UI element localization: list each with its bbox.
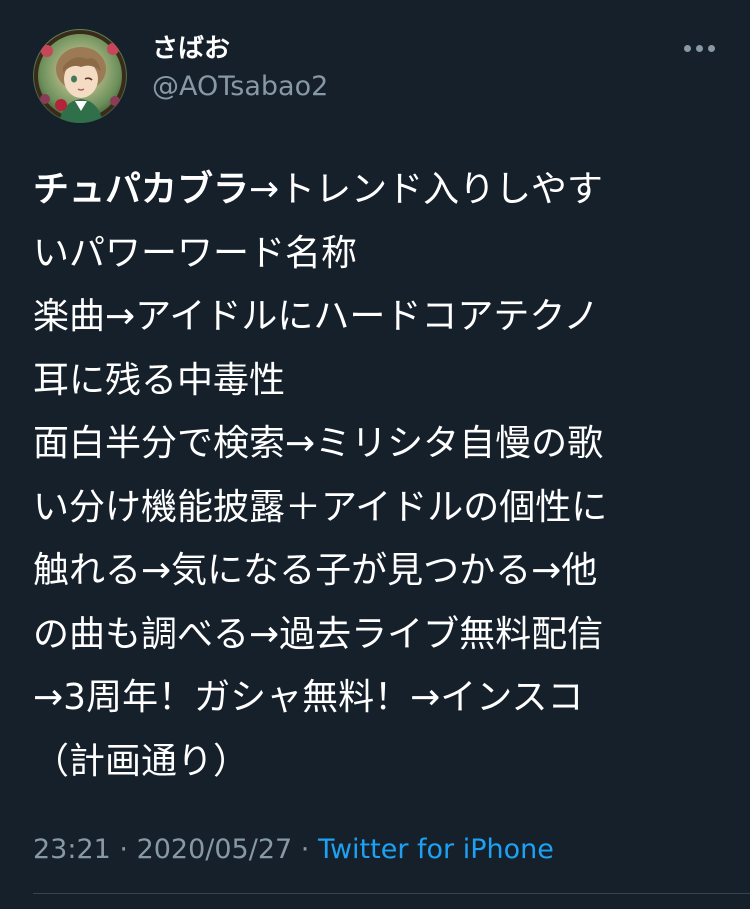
tweet-text-line: の曲も調べる→過去ライブ無料配信 [33,613,604,655]
author-display-name[interactable]: さばお [152,31,230,67]
tweet-date[interactable]: 2020/05/27 [137,834,293,865]
meta-separator: · [292,834,318,865]
divider [33,893,750,894]
more-options-button[interactable] [680,36,720,62]
tweet-meta: 23:21 · 2020/05/27 · Twitter for iPhone [33,832,554,868]
more-dots-icon [696,45,703,52]
tweet-text-line: チュパカブラ→トレンド入りしやす [33,158,717,222]
tweet-text-line: い分け機能披露＋アイドルの個性に [33,486,608,528]
more-dots-icon [684,45,691,52]
more-dots-icon [708,45,715,52]
tweet-text-line: （計画通り） [33,740,250,782]
tweet-source-link[interactable]: Twitter for iPhone [318,834,554,865]
tweet-time[interactable]: 23:21 [33,834,111,865]
tweet-text-line: 面白半分で検索→ミリシタ自慢の歌 [33,423,604,464]
tweet-text-line: 楽曲→アイドルにハードコアテクノ [33,296,600,337]
tweet-text-line: →3周年！ガシャ無料！→インスコ [33,677,584,718]
meta-separator: · [110,834,137,865]
user-avatar-icon [33,29,127,123]
tweet-text-line: 耳に残る中毒性 [33,359,286,401]
tweet-text-line: 触れる→気になる子が見つかる→他 [33,550,598,591]
tweet-card: さばお @AOTsabao2 チュパカブラ→トレンド入りしやす いパワーワード名… [0,0,750,909]
tweet-text-segment: →トレンド入りしやす [249,169,603,210]
tweet-text: チュパカブラ→トレンド入りしやす いパワーワード名称 楽曲→アイドルにハードコア… [33,158,717,793]
tweet-text-line: いパワーワード名称 [33,232,358,274]
hashtag-keyword: チュパカブラ [33,169,250,210]
author-handle[interactable]: @AOTsabao2 [152,69,328,105]
author-avatar[interactable] [33,29,127,123]
